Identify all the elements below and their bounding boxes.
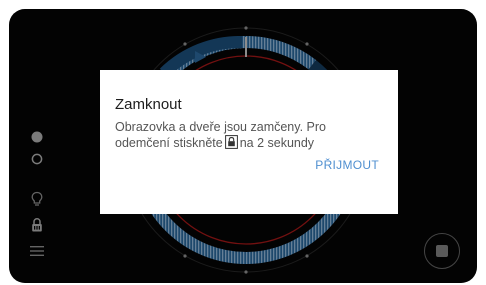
lock-icon <box>224 135 238 149</box>
lock-dialog: Zamknout Obrazovka a dveře jsou zamčeny.… <box>100 70 398 214</box>
dialog-message-part2: na 2 sekundy <box>239 136 315 150</box>
dialog-message: Obrazovka a dveře jsou zamčeny. Pro odem… <box>115 120 380 151</box>
accept-button[interactable]: PŘIJMOUT <box>315 158 379 172</box>
dialog-title: Zamknout <box>115 96 182 113</box>
